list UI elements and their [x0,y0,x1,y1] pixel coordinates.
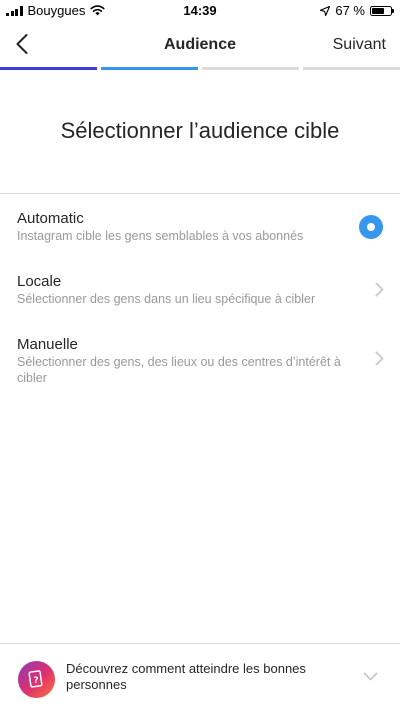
chevron-right-icon [375,282,384,297]
option-title: Automatic [17,210,84,227]
nav-bar: Audience Suivant [0,22,400,68]
help-banner[interactable]: ? Découvrez comment atteindre les bonnes… [0,643,400,712]
progress-segment [303,67,400,70]
radio-dot [367,223,375,231]
option-automatic[interactable]: Automatic Instagram cible les gens sembl… [0,205,400,257]
battery-icon [370,5,394,16]
svg-text:?: ? [33,676,38,686]
next-button[interactable]: Suivant [333,36,386,54]
banner-text: Découvrez comment atteindre les bonnes p… [66,661,306,692]
progress-segment [0,67,97,70]
battery-percent: 67 % [335,3,365,18]
location-arrow-icon [320,5,331,16]
option-manuelle[interactable]: Manuelle Sélectionner des gens, des lieu… [0,331,400,391]
option-description: Sélectionner des gens dans un lieu spéci… [17,292,316,306]
section-heading: Sélectionner l’audience cible [60,118,340,143]
chevron-right-icon [375,351,384,366]
option-description: Instagram cible les gens semblables à vo… [17,229,304,243]
battery-fill [372,7,385,14]
progress-segment [202,67,299,70]
status-right: 67 % [320,3,394,18]
promo-help-icon: ? [18,661,55,698]
chevron-down-icon[interactable] [363,672,378,681]
option-title: Locale [17,273,62,290]
option-description: Sélectionner des gens, des lieux ou des … [17,355,341,385]
step-progress-bar [0,67,400,70]
radio-selected-icon[interactable] [359,215,383,239]
status-bar: Bouygues 14:39 67 % [0,0,400,22]
option-locale[interactable]: Locale Sélectionner des gens dans un lie… [0,268,400,318]
progress-segment [101,67,198,70]
document-help-glyph: ? [27,669,43,688]
heading-divider [0,193,400,194]
option-title: Manuelle [17,336,78,353]
